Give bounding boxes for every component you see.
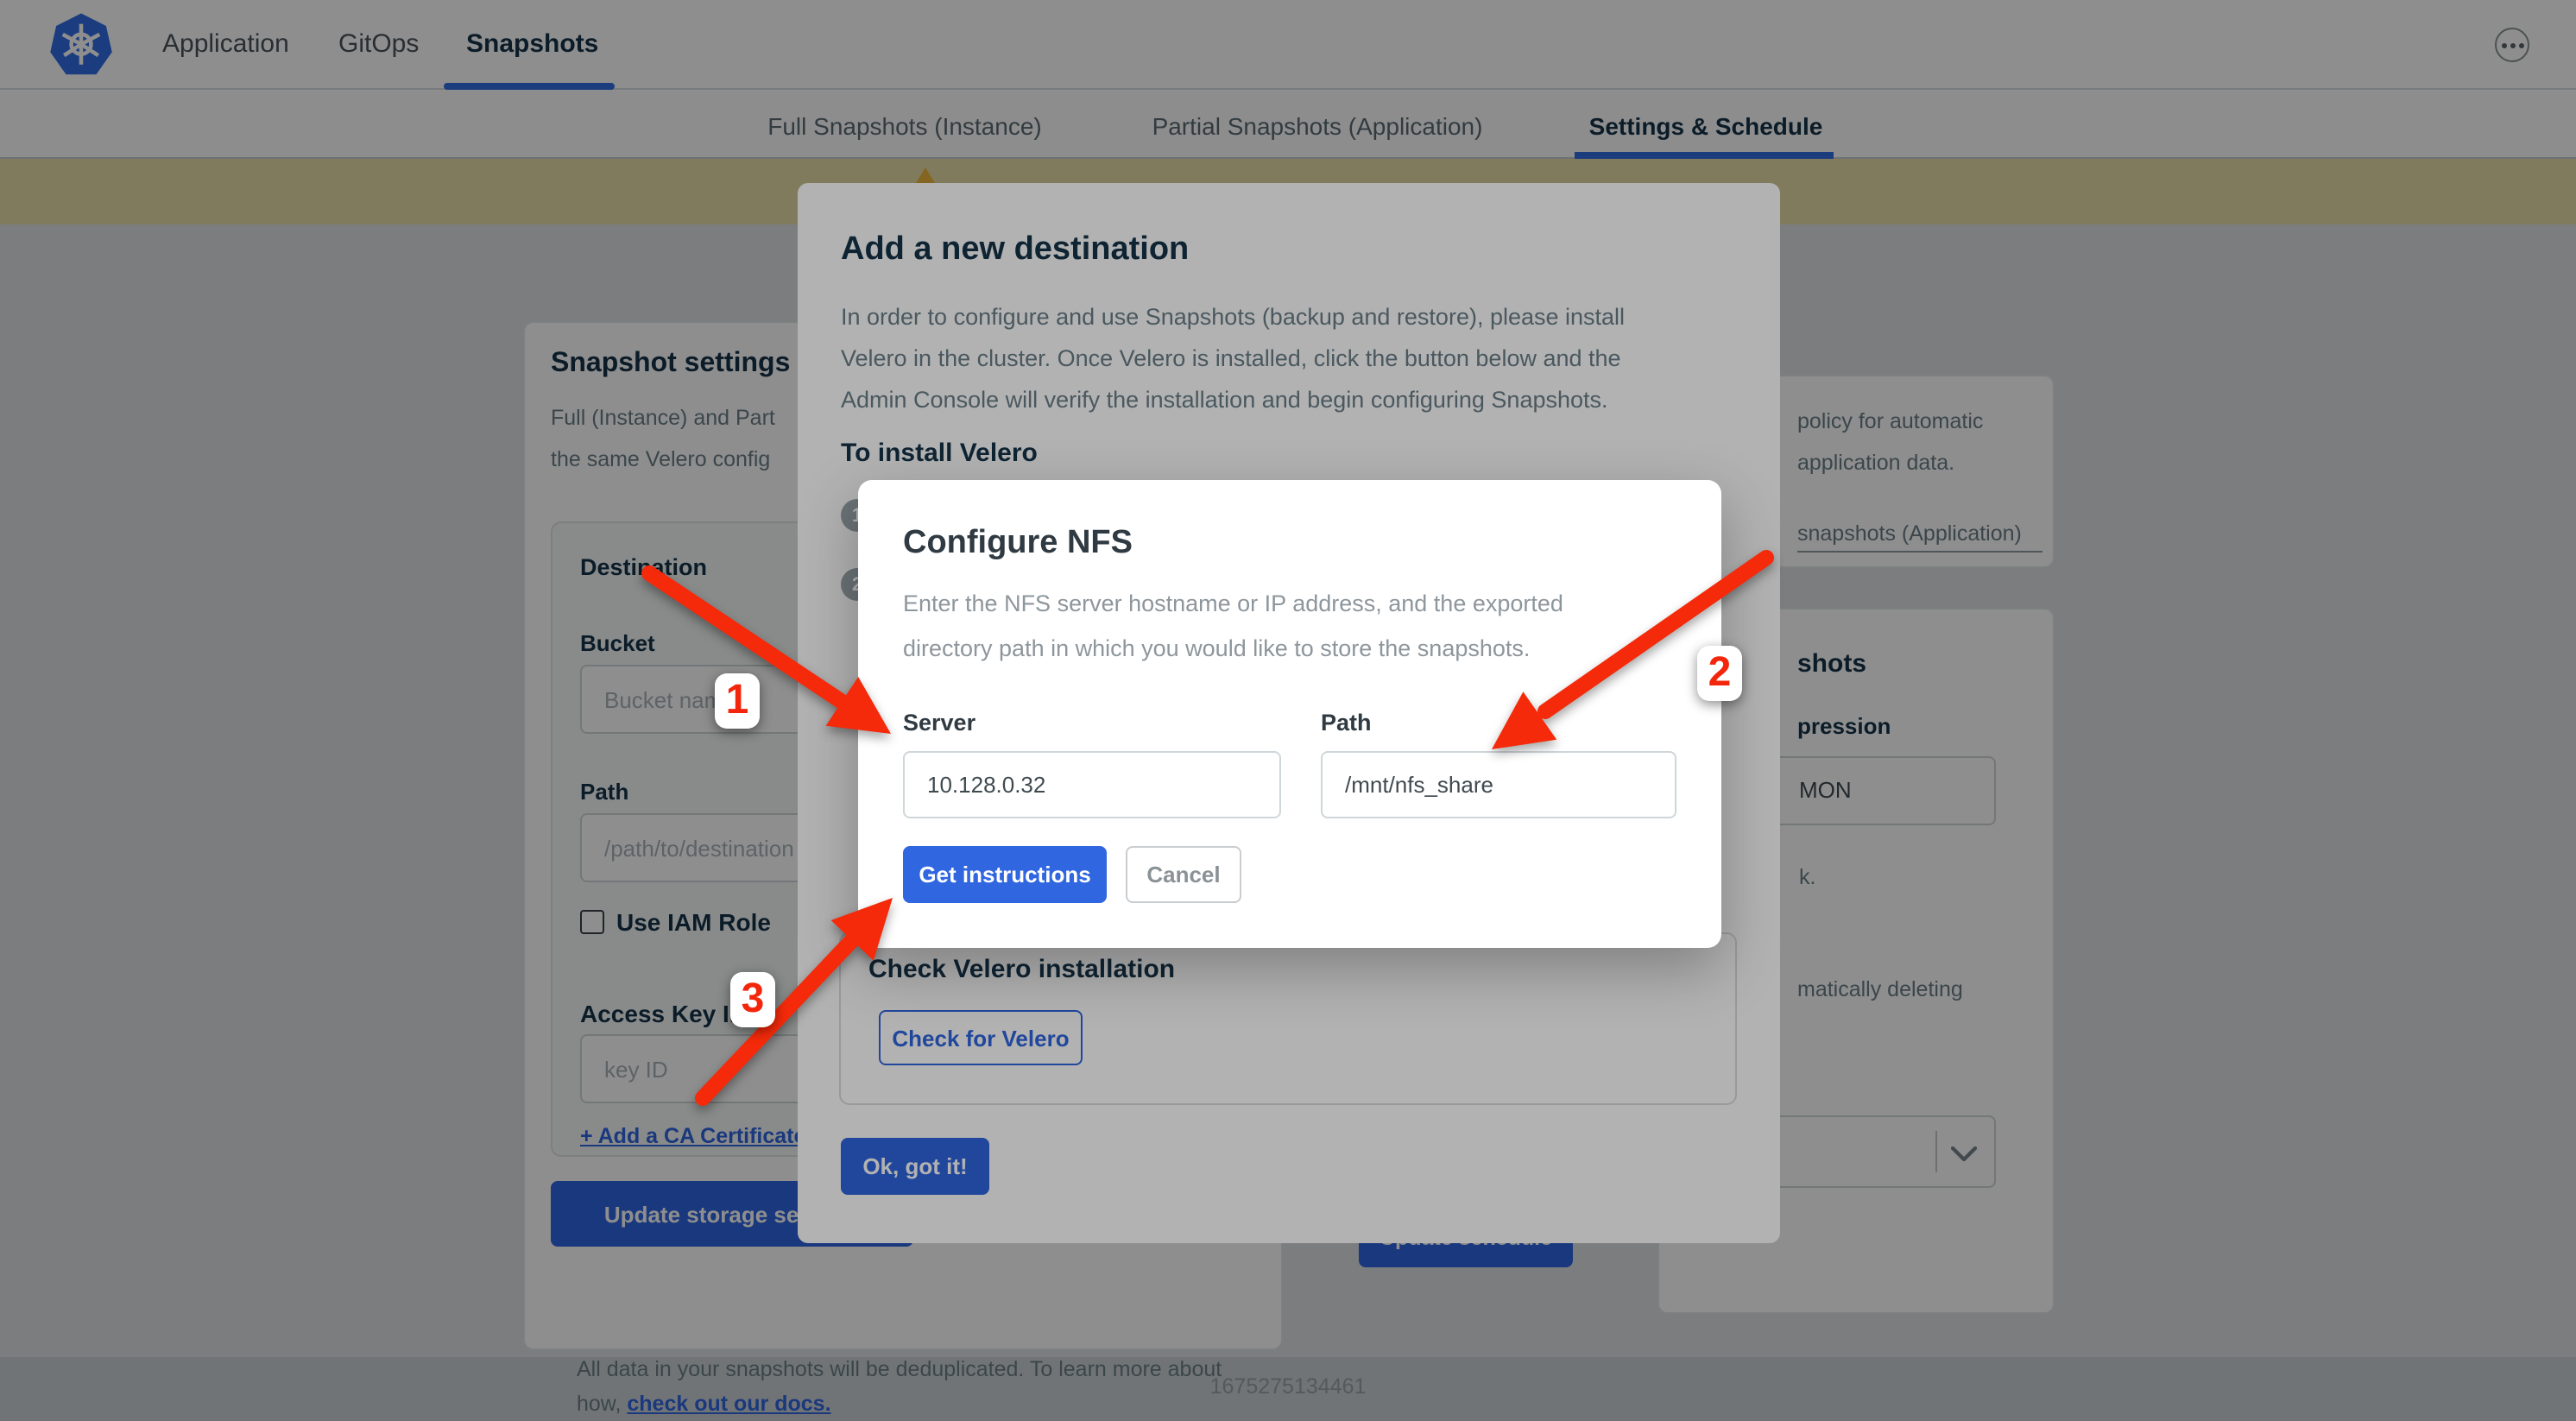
get-instructions-button[interactable]: Get instructions xyxy=(903,846,1107,903)
annotation-badge-2: 2 xyxy=(1697,646,1742,701)
screen: Application GitOps Snapshots Full Snapsh… xyxy=(0,0,2576,1421)
cancel-button[interactable]: Cancel xyxy=(1126,846,1241,903)
nfs-path-label: Path xyxy=(1321,710,1372,736)
annotation-badge-1: 1 xyxy=(715,673,760,729)
nfs-desc-line2: directory path in which you would like t… xyxy=(903,635,1530,661)
nfs-desc-line1: Enter the NFS server hostname or IP addr… xyxy=(903,591,1563,616)
nfs-server-input[interactable] xyxy=(903,751,1281,818)
nfs-modal-title: Configure NFS xyxy=(903,525,1133,563)
configure-nfs-modal: Configure NFS Enter the NFS server hostn… xyxy=(858,480,1721,948)
server-label: Server xyxy=(903,710,975,736)
nfs-path-input[interactable] xyxy=(1321,751,1676,818)
annotation-badge-3: 3 xyxy=(730,972,775,1027)
